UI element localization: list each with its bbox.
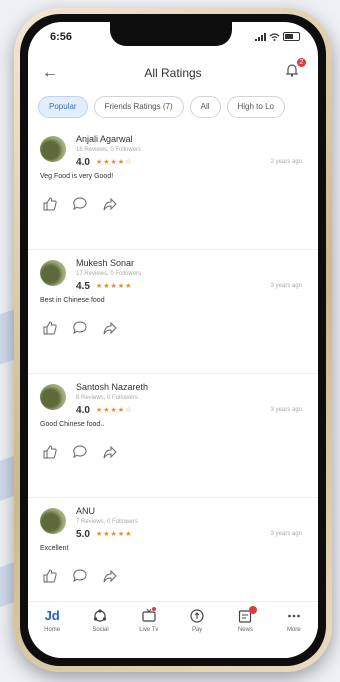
status-time: 6:56 [50, 31, 73, 43]
chip-friends-ratings[interactable]: Friends Ratings (7) [93, 96, 184, 118]
review-comment: Good Chinese food.. [40, 421, 105, 428]
social-icon [94, 609, 107, 622]
reviewer-meta: 8 Reviews, 0 Followers [76, 395, 138, 401]
nav-more[interactable]: More [272, 608, 316, 633]
rating-value: 5.0 [76, 529, 90, 540]
star-rating: ★★★★★ [96, 531, 133, 538]
share-icon[interactable] [102, 196, 118, 212]
comment-icon[interactable] [72, 320, 88, 336]
review-actions [42, 568, 118, 584]
rating-value: 4.0 [76, 405, 90, 416]
rating-value: 4.0 [76, 157, 90, 168]
chip-high-to-low[interactable]: High to Lo [226, 96, 285, 118]
reviewer-name[interactable]: Anjali Agarwal [76, 134, 133, 144]
share-icon[interactable] [102, 320, 118, 336]
phone-screen: 6:56 ← All Ratings 2 Popular Friends Rat… [28, 22, 318, 658]
review-card: Anjali Agarwal 16 Reviews, 0 Followers 4… [28, 126, 318, 250]
reviewer-name[interactable]: ANU [76, 506, 95, 516]
review-comment: Veg Food is very Good! [40, 173, 114, 180]
rating-value: 4.5 [76, 281, 90, 292]
nav-label: Pay [191, 627, 203, 633]
nav-news[interactable]: News [223, 606, 267, 633]
phone-bezel: 6:56 ← All Ratings 2 Popular Friends Rat… [20, 14, 326, 666]
share-icon[interactable] [102, 568, 118, 584]
signal-icon [255, 32, 266, 41]
like-icon[interactable] [42, 568, 58, 584]
reviews-list: Anjali Agarwal 16 Reviews, 0 Followers 4… [28, 126, 318, 622]
avatar[interactable] [40, 508, 66, 534]
review-actions [42, 196, 118, 212]
reviewer-name[interactable]: Mukesh Sonar [76, 258, 134, 268]
reviewer-name[interactable]: Santosh Nazareth [76, 382, 148, 392]
review-actions [42, 444, 118, 460]
notification-badge: 2 [297, 58, 306, 67]
star-rating: ★★★★☆ [96, 159, 133, 166]
nav-label: Social [92, 627, 109, 633]
star-rating: ★★★★★ [96, 283, 133, 290]
notch [110, 22, 232, 46]
like-icon[interactable] [42, 320, 58, 336]
page-title: All Ratings [144, 66, 202, 80]
nav-live-tv[interactable]: Live Tv [127, 607, 171, 633]
avatar[interactable] [40, 384, 66, 410]
review-comment: Excellent [40, 545, 69, 552]
review-time: 2 years ago [270, 159, 302, 165]
wifi-icon [269, 32, 280, 41]
comment-icon[interactable] [72, 568, 88, 584]
battery-icon [283, 32, 300, 41]
nav-pay[interactable]: Pay [175, 608, 219, 633]
live-indicator [151, 607, 156, 611]
comment-icon[interactable] [72, 196, 88, 212]
like-icon[interactable] [42, 196, 58, 212]
review-card: Santosh Nazareth 8 Reviews, 0 Followers … [28, 374, 318, 498]
chip-all[interactable]: All [189, 96, 221, 118]
jd-logo-icon: Jd [44, 608, 60, 623]
pay-icon [190, 609, 204, 623]
avatar[interactable] [40, 260, 66, 286]
app-header: ← All Ratings 2 [28, 56, 318, 90]
review-time: 3 years ago [270, 283, 302, 289]
nav-social[interactable]: Social [78, 608, 122, 633]
review-card: Mukesh Sonar 17 Reviews, 0 Followers 4.5… [28, 250, 318, 374]
review-comment: Best in Chinese food [40, 297, 105, 304]
phone-frame: 6:56 ← All Ratings 2 Popular Friends Rat… [14, 8, 332, 672]
star-rating: ★★★★☆ [96, 407, 133, 414]
news-badge [249, 606, 258, 614]
nav-home[interactable]: Jd Home [30, 608, 74, 633]
nav-label: Live Tv [139, 627, 159, 633]
review-time: 3 years ago [270, 407, 302, 413]
review-actions [42, 320, 118, 336]
avatar[interactable] [40, 136, 66, 162]
share-icon[interactable] [102, 444, 118, 460]
reviewer-meta: 16 Reviews, 0 Followers [76, 147, 142, 153]
nav-label: News [237, 627, 253, 633]
filter-chips: Popular Friends Ratings (7) All High to … [38, 96, 318, 118]
nav-label: Home [44, 627, 61, 633]
reviewer-meta: 7 Reviews, 0 Followers [76, 519, 138, 525]
like-icon[interactable] [42, 444, 58, 460]
more-icon [287, 614, 300, 618]
comment-icon[interactable] [72, 444, 88, 460]
review-time: 3 years ago [270, 531, 302, 537]
chip-popular[interactable]: Popular [38, 96, 88, 118]
status-icons [255, 32, 300, 41]
bottom-navigation: Jd Home Social Live Tv Pay News More [28, 601, 318, 658]
reviewer-meta: 17 Reviews, 0 Followers [76, 271, 142, 277]
nav-label: More [286, 627, 301, 633]
